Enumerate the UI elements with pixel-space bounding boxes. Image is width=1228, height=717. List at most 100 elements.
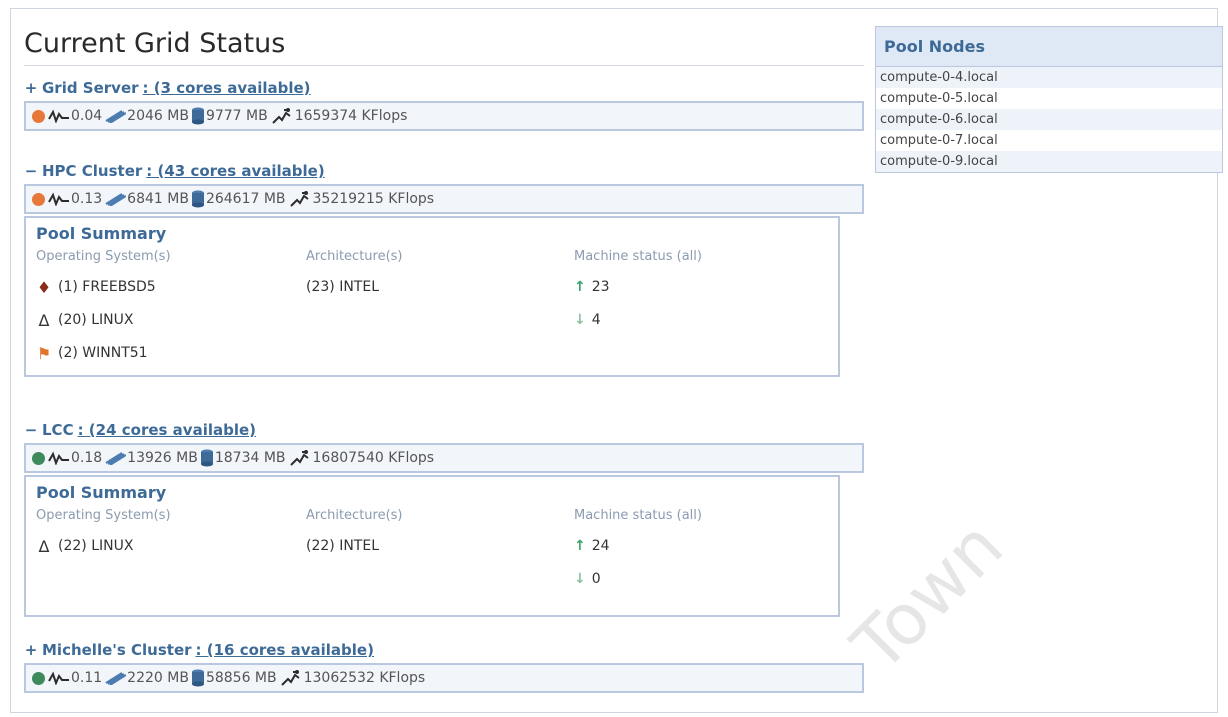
stat-bar: 0.11 2220 MB 58856 MB 13062532 KFlops (24, 663, 864, 693)
section-cores[interactable]: : (16 cores available) (196, 641, 374, 659)
disk-value: 18734 MB (214, 450, 286, 466)
os-row: ♦ (1) FREEBSD5 (36, 270, 306, 303)
load-value: 0.04 (71, 108, 103, 124)
arrow-up-icon: ↑ (574, 537, 586, 554)
pool-summary-title: Pool Summary (36, 483, 167, 502)
status-row: ↑ 23 (574, 270, 834, 303)
pool-nodes-panel: Pool Nodes compute-0-4.local compute-0-5… (875, 26, 1223, 173)
status-dot-icon (32, 109, 45, 123)
arch-column-header: Architecture(s) (306, 508, 403, 523)
status-row: ↓ 0 (574, 562, 834, 595)
disk-icon (200, 449, 213, 467)
arch-column: Architecture(s) (23) INTEL (306, 249, 574, 369)
pool-node-item[interactable]: compute-0-7.local (876, 130, 1222, 151)
expand-toggle-icon[interactable]: + (24, 641, 38, 659)
pool-node-item[interactable]: compute-0-6.local (876, 109, 1222, 130)
linux-tux-icon: Δ (38, 536, 50, 556)
stat-bar: 0.04 2046 MB 9777 MB 1659374 KFlops (24, 101, 864, 131)
disk-icon (191, 107, 204, 125)
status-column-header: Machine status (all) (574, 508, 702, 523)
flops-value: 35219215 KFlops (312, 191, 435, 207)
section-hpc-cluster: − HPC Cluster : (43 cores available) 0.1… (24, 161, 864, 377)
arch-label: (22) INTEL (306, 537, 379, 554)
section-header[interactable]: + Grid Server : (3 cores available) (24, 78, 864, 98)
arch-column: Architecture(s) (22) INTEL (306, 508, 574, 595)
pool-nodes-title: Pool Nodes (876, 27, 1222, 67)
pool-nodes-list: compute-0-4.local compute-0-5.local comp… (876, 67, 1222, 172)
os-label: (20) LINUX (58, 311, 134, 328)
section-header[interactable]: − HPC Cluster : (43 cores available) (24, 161, 864, 181)
disk-icon (191, 669, 204, 687)
disk-icon (191, 190, 204, 208)
up-count: 23 (591, 278, 610, 295)
speed-icon (280, 670, 300, 686)
collapse-toggle-icon[interactable]: − (24, 421, 38, 439)
memory-value: 6841 MB (127, 191, 189, 207)
memory-icon (105, 672, 127, 685)
os-column: Operating System(s) Δ (22) LINUX (36, 508, 306, 595)
windows-icon: ⚑ (36, 343, 52, 363)
status-row: ↓ 4 (574, 303, 834, 336)
memory-value: 13926 MB (127, 450, 198, 466)
speed-icon (289, 450, 309, 466)
load-icon (48, 109, 69, 123)
os-column-header: Operating System(s) (36, 249, 171, 264)
arrow-down-icon: ↓ (574, 570, 586, 587)
section-name[interactable]: LCC (42, 421, 74, 439)
arch-row: (23) INTEL (306, 270, 574, 303)
memory-icon (105, 452, 127, 465)
speed-icon (271, 108, 291, 124)
os-row: Δ (22) LINUX (36, 529, 306, 562)
section-cores[interactable]: : (43 cores available) (146, 162, 324, 180)
memory-value: 2046 MB (127, 108, 189, 124)
pool-summary-title: Pool Summary (36, 224, 167, 243)
speed-icon (289, 191, 309, 207)
load-icon (48, 192, 69, 206)
linux-tux-icon: Δ (38, 310, 50, 330)
pool-node-item[interactable]: compute-0-9.local (876, 151, 1222, 172)
arch-row: (22) INTEL (306, 529, 574, 562)
section-cores[interactable]: : (3 cores available) (143, 79, 311, 97)
status-dot-icon (32, 192, 45, 206)
flops-value: 13062532 KFlops (303, 670, 426, 686)
collapse-toggle-icon[interactable]: − (24, 162, 38, 180)
stat-bar: 0.13 6841 MB 264617 MB 35219215 KFlops (24, 184, 864, 214)
freebsd-icon: ♦ (36, 277, 52, 297)
section-name[interactable]: HPC Cluster (42, 162, 142, 180)
section-header[interactable]: − LCC : (24 cores available) (24, 420, 864, 440)
arch-label: (23) INTEL (306, 278, 379, 295)
load-value: 0.11 (71, 670, 103, 686)
flops-value: 16807540 KFlops (312, 450, 435, 466)
down-count: 4 (591, 311, 601, 328)
section-lcc: − LCC : (24 cores available) 0.18 13926 … (24, 420, 864, 617)
arrow-down-icon: ↓ (574, 311, 586, 328)
status-row: ↑ 24 (574, 529, 834, 562)
load-value: 0.18 (71, 450, 103, 466)
status-dot-icon (32, 451, 45, 465)
disk-value: 58856 MB (205, 670, 277, 686)
stat-bar: 0.18 13926 MB 18734 MB 16807540 KFlops (24, 443, 864, 473)
os-column-header: Operating System(s) (36, 508, 171, 523)
os-label: (2) WINNT51 (58, 344, 148, 361)
disk-value: 9777 MB (205, 108, 268, 124)
os-label: (22) LINUX (58, 537, 134, 554)
pool-node-item[interactable]: compute-0-4.local (876, 67, 1222, 88)
down-count: 0 (591, 570, 601, 587)
section-name[interactable]: Michelle's Cluster (42, 641, 192, 659)
main-content: Current Grid Status + Grid Server : (3 c… (24, 28, 864, 693)
status-column: Machine status (all) ↑ 24 ↓ 0 (574, 508, 834, 595)
section-grid-server: + Grid Server : (3 cores available) 0.04… (24, 78, 864, 131)
pool-node-item[interactable]: compute-0-5.local (876, 88, 1222, 109)
page-title: Current Grid Status (24, 28, 864, 66)
pool-summary: Pool Summary Operating System(s) Δ (22) L… (24, 475, 840, 617)
section-name[interactable]: Grid Server (42, 79, 139, 97)
load-value: 0.13 (71, 191, 103, 207)
section-header[interactable]: + Michelle's Cluster : (16 cores availab… (24, 640, 864, 660)
up-count: 24 (591, 537, 610, 554)
memory-icon (105, 110, 127, 123)
section-cores[interactable]: : (24 cores available) (78, 421, 256, 439)
status-column-header: Machine status (all) (574, 249, 702, 264)
flops-value: 1659374 KFlops (294, 108, 408, 124)
expand-toggle-icon[interactable]: + (24, 79, 38, 97)
pool-summary: Pool Summary Operating System(s) ♦ (1) FR… (24, 216, 840, 377)
